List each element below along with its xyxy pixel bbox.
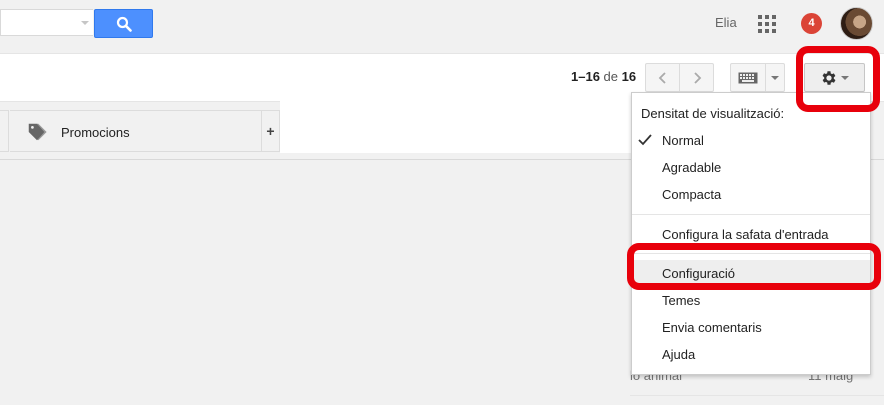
menu-item-send-feedback[interactable]: Envia comentaris: [632, 314, 870, 341]
newer-button[interactable]: [646, 64, 679, 91]
add-tab-button[interactable]: +: [261, 110, 280, 152]
menu-separator: [632, 214, 870, 215]
density-header: Densitat de visualització:: [641, 106, 785, 121]
chevron-down-icon: [771, 75, 779, 80]
account-name[interactable]: Elia: [715, 15, 737, 30]
pagination-text[interactable]: 1–16 de 16: [571, 69, 636, 84]
category-tabs: Promocions +: [0, 110, 280, 153]
menu-item-help[interactable]: Ajuda: [632, 341, 870, 368]
settings-menu: Densitat de visualització: Normal Agrada…: [631, 92, 871, 375]
checkmark-icon: [638, 134, 652, 146]
menu-item-label: Configura la safata d'entrada: [662, 227, 829, 242]
pager-nav: [645, 63, 714, 92]
search-input[interactable]: [0, 9, 93, 36]
search-button[interactable]: [94, 9, 153, 38]
top-header: Elia 4: [0, 0, 884, 54]
tab-previous[interactable]: [0, 110, 9, 152]
notifications-badge[interactable]: 4: [801, 13, 822, 34]
tag-icon: [28, 123, 47, 141]
menu-item-label: Compacta: [662, 187, 722, 202]
apps-grid-icon[interactable]: [758, 15, 776, 33]
input-tools-dropdown[interactable]: [765, 64, 784, 91]
chevron-right-icon: [693, 71, 701, 84]
pager-total: 16: [621, 69, 637, 84]
menu-item-label: Temes: [662, 293, 701, 308]
menu-item-label: Agradable: [662, 160, 722, 175]
chevron-left-icon: [658, 71, 666, 84]
menu-item-label: Envia comentaris: [662, 320, 762, 335]
annotation-highlight-settings-button: [796, 46, 880, 112]
menu-item-label: Normal: [662, 133, 704, 148]
tab-promotions-label: Promocions: [61, 125, 130, 140]
search-icon: [116, 16, 132, 32]
menu-item-label: Ajuda: [662, 347, 696, 362]
menu-item-density-normal[interactable]: Normal: [632, 127, 870, 154]
menu-item-density-compact[interactable]: Compacta: [632, 181, 870, 208]
older-button[interactable]: [679, 64, 713, 91]
tabs-background: [280, 101, 632, 153]
tab-promotions[interactable]: Promocions: [10, 110, 261, 152]
annotation-highlight-settings-item: [627, 243, 881, 290]
pager-range: 1–16: [571, 69, 600, 84]
menu-item-density-comfortable[interactable]: Agradable: [632, 154, 870, 181]
menu-item-themes[interactable]: Temes: [632, 287, 870, 314]
input-tools-button[interactable]: [731, 64, 765, 91]
keyboard-icon: [738, 72, 758, 83]
avatar[interactable]: [840, 7, 873, 40]
search-options-arrow-icon[interactable]: [81, 21, 89, 25]
input-tools: [730, 63, 785, 92]
pager-of: de: [603, 69, 619, 84]
divider: [630, 395, 884, 396]
